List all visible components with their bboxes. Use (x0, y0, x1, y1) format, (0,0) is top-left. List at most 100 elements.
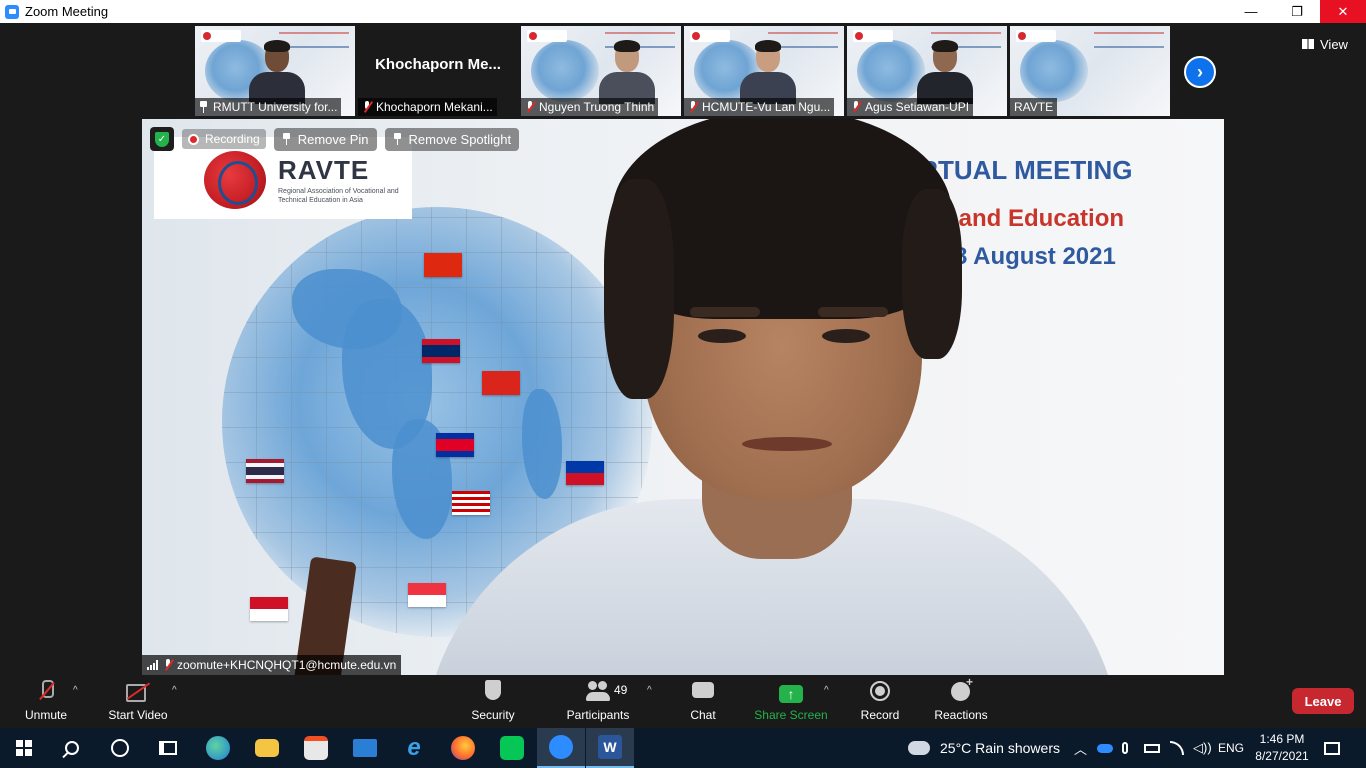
line-icon (500, 736, 524, 760)
search-button[interactable] (48, 728, 96, 768)
video-options-caret[interactable]: ^ (172, 685, 177, 696)
share-screen-button[interactable]: ↑ Share Screen (754, 675, 828, 728)
participant-tile[interactable]: Khochaporn Me... Khochaporn Mekani... (358, 26, 518, 116)
speaker-icon: ◁)) (1193, 740, 1212, 755)
encryption-shield-icon[interactable]: ✓ (150, 127, 174, 151)
folder-icon (255, 739, 279, 757)
search-icon (65, 741, 79, 755)
language-indicator[interactable]: ENG (1218, 728, 1244, 768)
microphone-muted-icon (34, 679, 58, 703)
taskbar-mail[interactable] (341, 728, 389, 768)
microphone-tray[interactable] (1122, 728, 1128, 768)
participant-video (249, 40, 305, 104)
shield-icon (481, 679, 505, 703)
taskbar-line[interactable] (488, 728, 536, 768)
meeting-area: RMUTT University for... Khochaporn Me...… (0, 23, 1366, 728)
taskbar-edge[interactable] (194, 728, 242, 768)
flag-thailand (246, 459, 284, 483)
minimize-button[interactable]: — (1228, 0, 1274, 23)
slide-map (1020, 40, 1088, 102)
cloud-rain-icon (908, 741, 930, 755)
clock-date: 8/27/2021 (1255, 749, 1309, 763)
task-view-button[interactable] (144, 728, 192, 768)
windows-logo-icon (16, 740, 32, 756)
mic-muted-icon (163, 659, 173, 671)
flag-indonesia (250, 597, 288, 621)
remove-spotlight-button[interactable]: Remove Spotlight (384, 127, 520, 151)
remove-pin-button[interactable]: Remove Pin (273, 127, 377, 151)
start-video-button[interactable]: Start Video (104, 675, 172, 728)
slide-logo (853, 30, 893, 42)
mic-muted-icon (851, 101, 861, 113)
taskbar-clock[interactable]: 1:46 PM 8/27/2021 (1248, 731, 1316, 765)
active-speaker-name: zoomute+KHCNQHQT1@hcmute.edu.vn (177, 658, 397, 672)
slide-logo-word: RAVTE (278, 155, 370, 185)
chat-button[interactable]: Chat (684, 675, 722, 728)
start-button[interactable] (0, 728, 48, 768)
view-button[interactable]: View (1302, 35, 1348, 53)
taskbar-firefox[interactable] (439, 728, 487, 768)
unmute-button[interactable]: Unmute (20, 675, 72, 728)
slide-headline-1: IRTUAL MEETING (912, 155, 1133, 185)
microphone-icon (1122, 742, 1128, 754)
battery-tray[interactable] (1144, 728, 1160, 768)
participant-tile[interactable]: HCMUTE-Vu Lan Ngu... (684, 26, 844, 116)
show-hidden-icons-button[interactable]: ︿ (1074, 728, 1087, 768)
participant-name: Agus Setiawan-UPI (865, 100, 970, 114)
ravte-globe-icon (204, 151, 266, 209)
flag-singapore (408, 583, 446, 607)
recording-label: Recording (205, 132, 260, 146)
audio-options-caret[interactable]: ^ (73, 685, 78, 696)
taskbar-word[interactable]: W (586, 728, 634, 768)
onedrive-icon (1097, 743, 1113, 753)
participant-display-name: Khochaporn Me... (375, 56, 501, 73)
cortana-icon (111, 739, 129, 757)
zoom-icon (549, 735, 573, 759)
slide-logo (527, 30, 567, 42)
onedrive-tray[interactable] (1097, 728, 1113, 768)
network-tray[interactable] (1170, 728, 1184, 768)
maximize-button[interactable]: ❐ (1274, 0, 1320, 23)
participant-name-bar: Khochaporn Mekani... (358, 98, 497, 116)
word-icon: W (598, 735, 622, 759)
participant-name-bar: Agus Setiawan-UPI (847, 98, 974, 116)
recording-indicator[interactable]: Recording (182, 129, 266, 149)
notifications-button[interactable] (1324, 728, 1340, 768)
participants-options-caret[interactable]: ^ (647, 685, 652, 696)
participant-name: Khochaporn Mekani... (376, 100, 493, 114)
slide-logo-sub: Regional Association of Vocational and T… (278, 188, 399, 204)
participant-name-bar: Nguyen Truong Thinh (521, 98, 659, 116)
participants-count: 49 (614, 683, 628, 697)
security-button[interactable]: Security (466, 675, 520, 728)
clock-time: 1:46 PM (1259, 732, 1305, 746)
slide-map (857, 40, 925, 102)
taskbar-zoom[interactable] (537, 728, 585, 768)
taskbar-file-explorer[interactable] (243, 728, 291, 768)
notification-icon (1324, 741, 1340, 755)
share-options-caret[interactable]: ^ (824, 685, 829, 696)
internet-explorer-icon: e (407, 734, 421, 761)
weather-widget[interactable]: 25°C Rain showers (908, 728, 1060, 768)
taskbar-store[interactable] (292, 728, 340, 768)
active-speaker-name-bar: zoomute+KHCNQHQT1@hcmute.edu.vn (142, 655, 402, 675)
slide-logo (690, 30, 730, 42)
close-button[interactable]: ✕ (1320, 0, 1366, 23)
flag-malaysia (452, 491, 490, 515)
participant-tile[interactable]: RMUTT University for... (195, 26, 355, 116)
cortana-button[interactable] (96, 728, 144, 768)
participant-tile[interactable]: Agus Setiawan-UPI (847, 26, 1007, 116)
next-page-button[interactable]: › (1184, 56, 1216, 88)
volume-tray[interactable]: ◁)) (1193, 728, 1212, 768)
recording-dot-icon (188, 133, 199, 145)
reactions-button[interactable]: Reactions (932, 675, 990, 728)
main-video[interactable]: RAVTE Regional Association of Vocational… (142, 119, 1224, 675)
leave-button[interactable]: Leave (1292, 688, 1354, 714)
slide-map (531, 40, 599, 102)
participant-tile[interactable]: Nguyen Truong Thinh (521, 26, 681, 116)
meeting-toolbar: Unmute ^ Start Video ^ Security Particip… (0, 675, 1366, 728)
record-button[interactable]: Record (858, 675, 902, 728)
flag-laos (422, 339, 460, 363)
pin-icon (282, 133, 291, 145)
participant-tile[interactable]: RAVTE (1010, 26, 1170, 116)
taskbar-internet-explorer[interactable]: e (390, 728, 438, 768)
